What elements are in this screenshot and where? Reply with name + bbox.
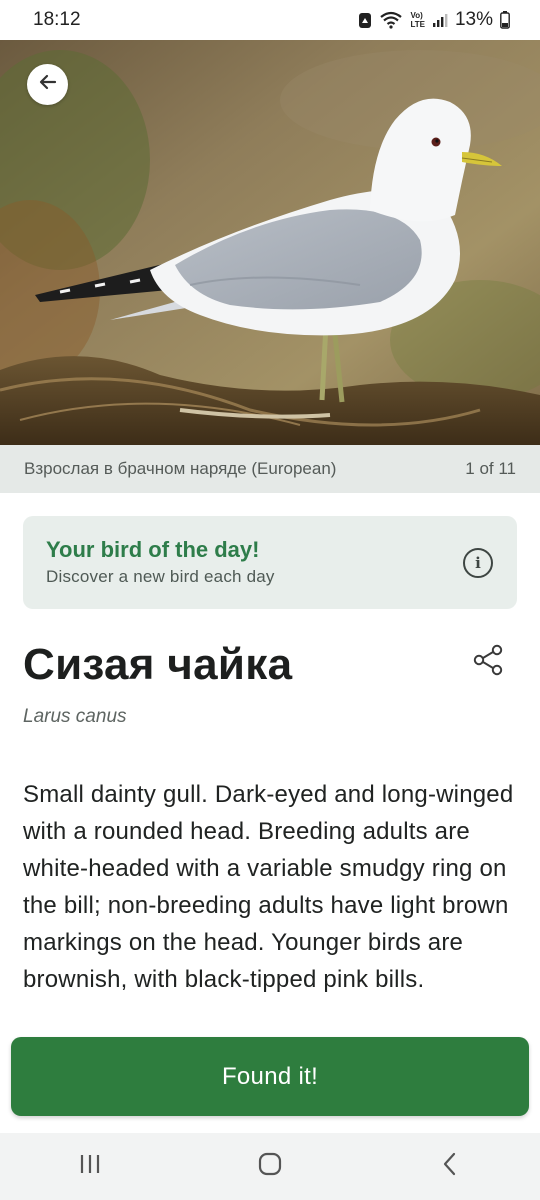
bird-of-the-day-subtitle: Discover a new bird each day bbox=[46, 567, 275, 586]
status-bar: 18:12 Vo) LTE 13% bbox=[0, 0, 540, 40]
app-notification-icon bbox=[358, 12, 372, 29]
recents-icon bbox=[77, 1152, 103, 1181]
status-icons: Vo) LTE 13% bbox=[358, 9, 510, 31]
share-icon bbox=[471, 644, 507, 682]
found-it-button[interactable]: Found it! bbox=[11, 1037, 529, 1116]
bird-photo bbox=[0, 40, 540, 445]
recents-button[interactable] bbox=[60, 1147, 120, 1187]
photo-caption-bar: Взрослая в брачном наряде (European) 1 o… bbox=[0, 445, 540, 493]
home-button[interactable] bbox=[240, 1147, 300, 1187]
info-icon[interactable]: i bbox=[463, 548, 493, 578]
system-nav-bar bbox=[0, 1133, 540, 1200]
species-scientific-name: Larus canus bbox=[23, 706, 127, 727]
species-common-name: Сизая чайка bbox=[23, 640, 293, 689]
arrow-left-icon bbox=[37, 71, 59, 98]
species-description: Small dainty gull. Dark-eyed and long-wi… bbox=[23, 781, 514, 993]
nav-back-button[interactable] bbox=[420, 1147, 480, 1187]
signal-icon bbox=[432, 12, 448, 28]
bird-of-the-day-title: Your bird of the day! bbox=[46, 537, 260, 562]
battery-percent: 13% bbox=[454, 9, 493, 30]
wifi-icon bbox=[379, 11, 403, 29]
chevron-left-icon bbox=[440, 1151, 460, 1182]
volte-icon: Vo) LTE bbox=[410, 11, 425, 29]
bird-of-the-day-card: Your bird of the day! Discover a new bir… bbox=[23, 516, 517, 609]
photo-counter: 1 of 11 bbox=[465, 459, 516, 478]
home-icon bbox=[257, 1151, 283, 1182]
back-button[interactable] bbox=[27, 64, 68, 105]
battery-icon bbox=[500, 11, 510, 29]
photo-caption: Взрослая в брачном наряде (European) bbox=[24, 459, 337, 478]
status-time: 18:12 bbox=[33, 9, 81, 30]
share-button[interactable] bbox=[471, 642, 507, 678]
species-description-scroll[interactable]: Small dainty gull. Dark-eyed and long-wi… bbox=[23, 776, 517, 1019]
